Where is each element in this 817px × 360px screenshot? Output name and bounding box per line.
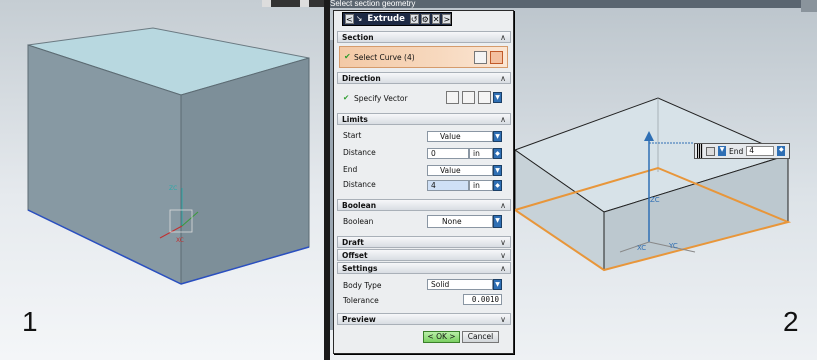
chevron-left-icon[interactable]: < [345,14,354,24]
body-type-select[interactable]: Solid [427,279,493,290]
end-type-select[interactable]: Value [427,165,493,176]
reverse-direction-icon[interactable] [446,91,459,104]
checkmark-icon: ✔ [343,93,350,102]
axis-label: YC [668,242,678,250]
chevron-down-icon[interactable]: ▼ [493,279,502,290]
inferred-vector-icon[interactable] [478,91,491,104]
chevron-up-icon: ∧ [500,33,506,42]
distance-label: Distance [343,148,376,157]
stepper-icon[interactable]: ◆ [777,146,786,156]
draft-header[interactable]: Draft ∨ [337,236,511,248]
undo-icon[interactable]: ↺ [409,14,419,24]
ok-button[interactable]: < OK > [423,331,460,343]
axis-label: XC [176,237,184,244]
chevron-down-icon[interactable]: ▼ [493,131,502,142]
direction-header[interactable]: Direction ∧ [337,72,511,84]
settings-header[interactable]: Settings ∧ [337,262,511,274]
select-curve-label: Select Curve (4) [354,53,415,62]
axis-label: ZC [169,185,177,192]
checkmark-icon: ✔ [344,52,351,61]
select-curve-row[interactable]: ✔ Select Curve (4) [339,46,508,68]
limits-header[interactable]: Limits ∧ [337,113,511,125]
boolean-label: Boolean [343,217,374,226]
start-type-select[interactable]: Value [427,131,493,142]
specify-vector-row[interactable]: ✔ Specify Vector ▼ [337,88,511,108]
body-type-label: Body Type [343,281,382,290]
chevron-down-icon[interactable]: ▼ [493,165,502,176]
preview-header-label: Preview [342,315,376,324]
sketch-section-icon[interactable] [474,51,487,64]
boolean-header[interactable]: Boolean ∧ [337,199,511,211]
right-model: ZC XC YC [512,97,792,272]
tolerance-input[interactable]: 0.0010 [463,294,502,305]
chevron-down-icon[interactable]: ▼ [493,215,502,228]
chevron-down-icon: ∨ [500,251,506,260]
drag-handle[interactable] [697,144,703,158]
extrude-icon: ↘ [355,14,363,24]
chevron-up-icon: ∧ [500,115,506,124]
section-header-label: Section [342,33,374,42]
close-icon[interactable]: ✕ [431,14,441,24]
distance-label: Distance [343,180,376,189]
stepper-icon[interactable]: ◆ [493,180,502,191]
chevron-down-icon: ∨ [500,238,506,247]
curve-select-icon[interactable] [490,51,503,64]
tolerance-label: Tolerance [343,296,379,305]
axis-label: ZC [650,196,660,204]
specify-vector-label: Specify Vector [354,94,408,103]
chevron-down-icon: ∨ [500,315,506,324]
stepper-icon[interactable]: ◆ [493,148,502,159]
value-type-icon[interactable] [706,146,715,156]
start-label: Start [343,131,362,140]
chevron-up-icon: ∧ [500,74,506,83]
draft-header-label: Draft [342,238,364,247]
panel-number: 2 [783,306,799,337]
chevron-right-icon[interactable]: > [442,14,452,24]
dialog-title: Extrude [367,14,405,24]
chevron-down-icon[interactable]: ▼ [718,146,726,156]
vector-dialog-icon[interactable] [462,91,475,104]
chevron-up-icon: ∧ [500,201,506,210]
settings-header-label: Settings [342,264,378,273]
panel-number: 1 [22,306,38,337]
chevron-down-icon[interactable]: ▼ [493,92,502,103]
cancel-button[interactable]: Cancel [462,331,499,343]
start-unit-select[interactable]: in [469,148,493,159]
end-distance-input[interactable]: 4 [427,180,469,191]
chevron-up-icon: ∧ [500,264,506,273]
end-distance-onscreen-control[interactable]: ▼ End 4 ◆ [694,143,790,159]
direction-header-label: Direction [342,74,381,83]
section-header[interactable]: Section ∧ [337,31,511,43]
start-distance-input[interactable]: 0 [427,148,469,159]
dialog-titlebar[interactable]: < ↘ Extrude ↺ ⚙ ✕ > [342,12,452,26]
boolean-header-label: Boolean [342,201,377,210]
end-label: End [343,165,358,174]
end-value-input[interactable]: 4 [746,146,775,156]
limits-header-label: Limits [342,115,368,124]
end-label: End [729,146,744,156]
offset-header-label: Offset [342,251,368,260]
box-front-face [180,57,310,285]
boolean-select[interactable]: None [427,215,493,228]
offset-header[interactable]: Offset ∨ [337,249,511,261]
axis-label: XC [637,244,646,252]
preview-header[interactable]: Preview ∨ [337,313,511,325]
gear-icon[interactable]: ⚙ [420,14,430,24]
end-unit-select[interactable]: in [469,180,493,191]
